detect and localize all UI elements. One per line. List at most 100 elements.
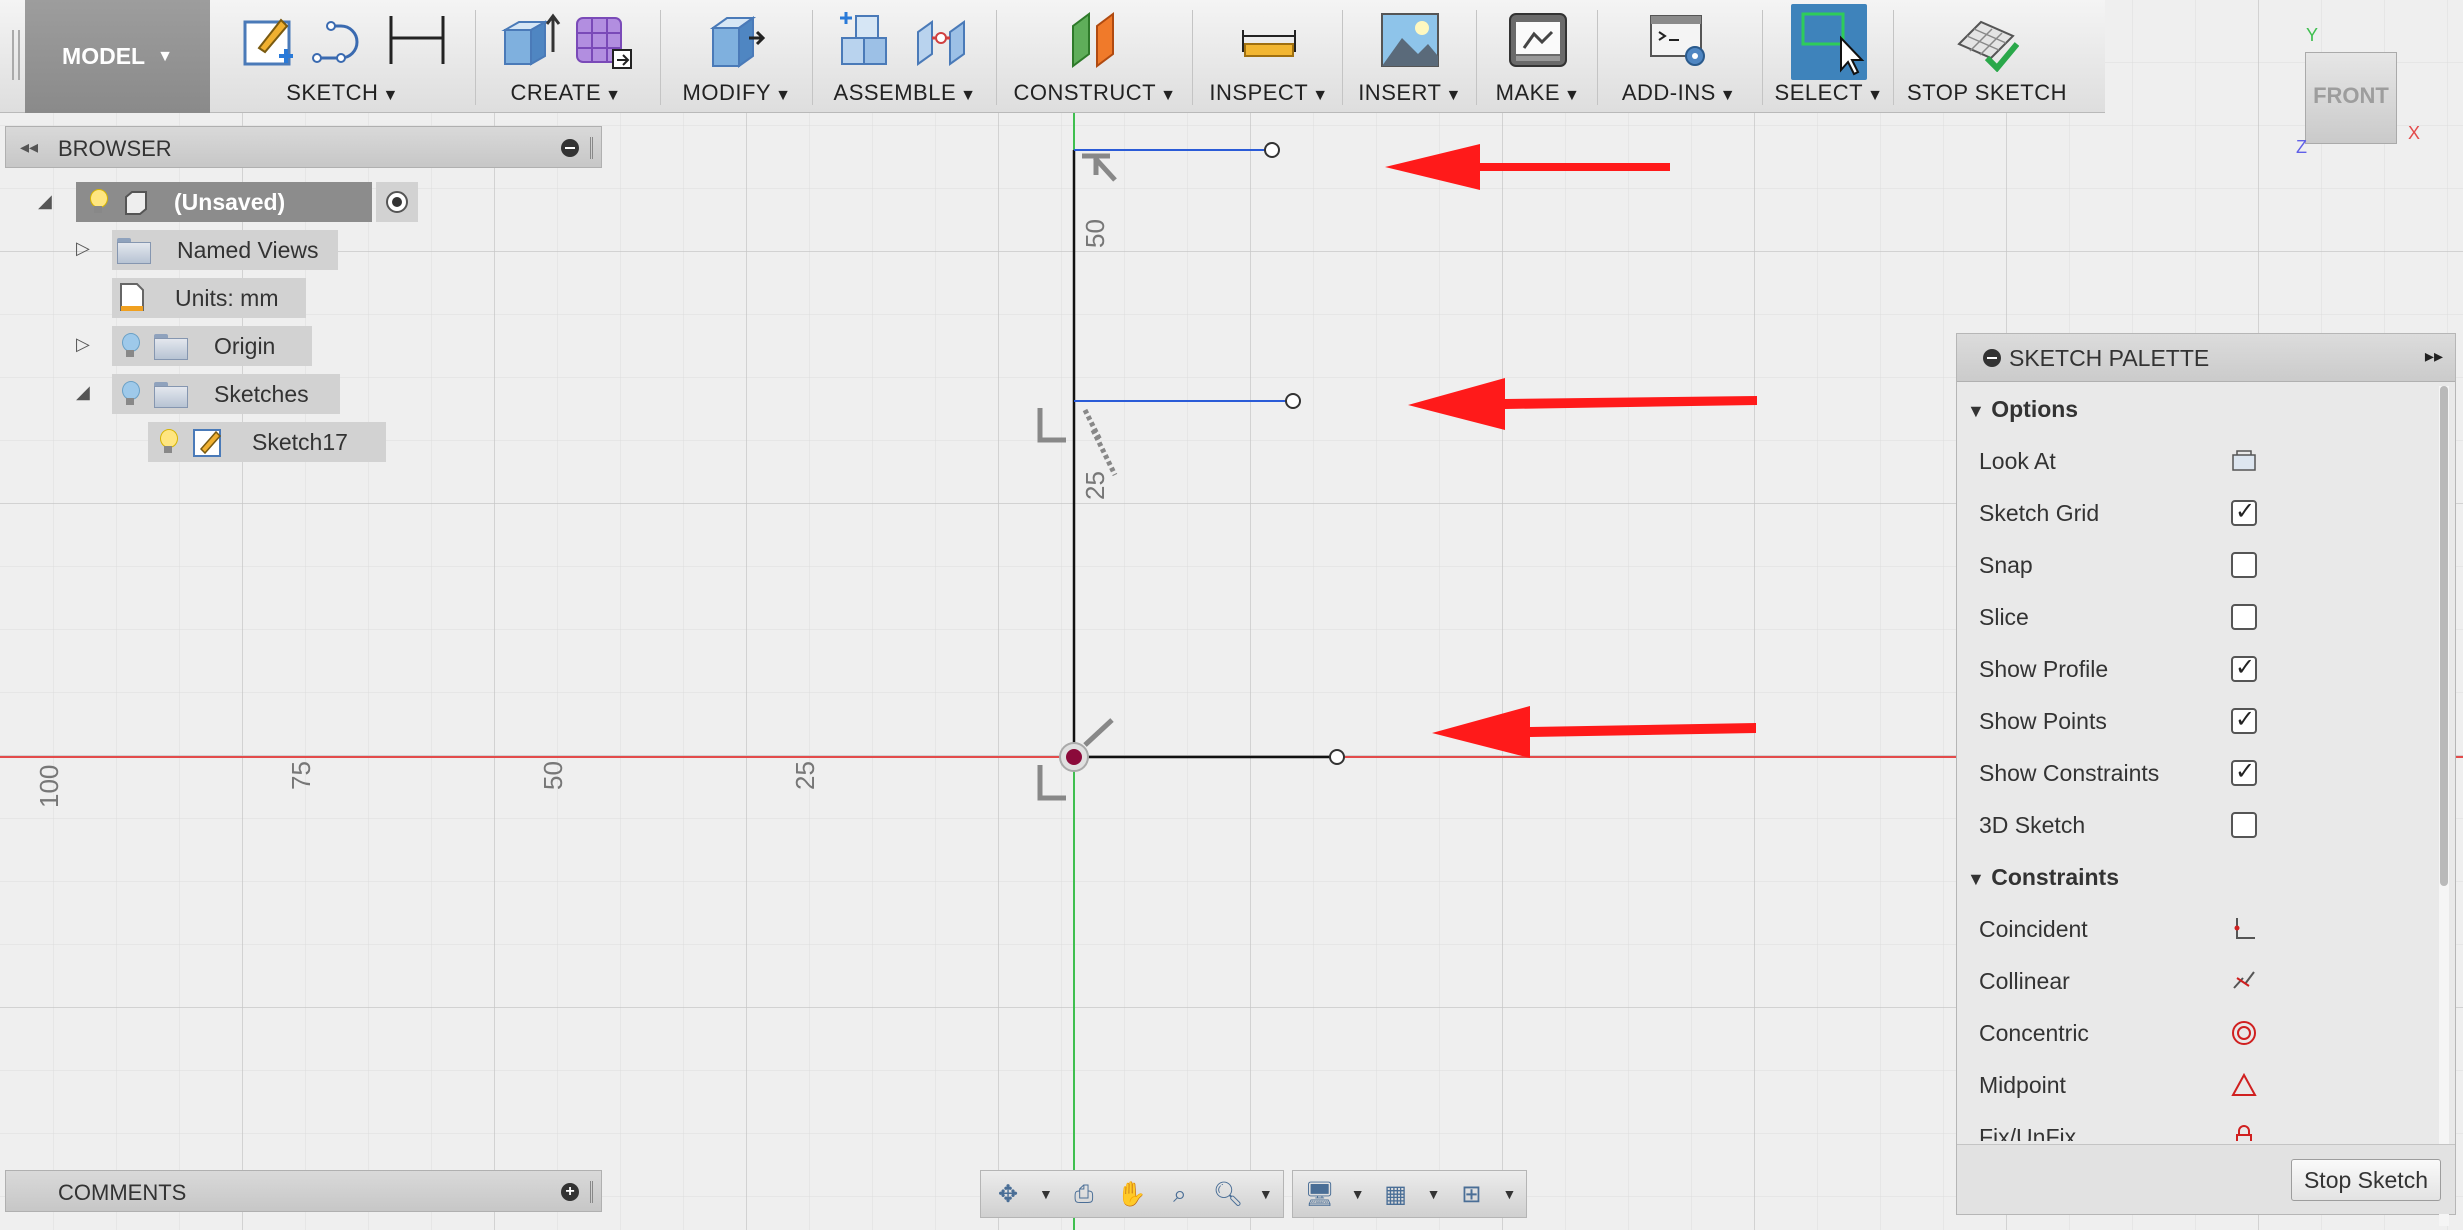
chevron-down-icon[interactable]: ▼ bbox=[1039, 1186, 1053, 1202]
collapse-panel-icon[interactable]: ◂◂ bbox=[20, 137, 38, 158]
option-show-points[interactable]: Show Points bbox=[1979, 695, 2399, 747]
sketch-point-middle[interactable] bbox=[1285, 393, 1301, 409]
insert-menu-label[interactable]: INSERT bbox=[1358, 80, 1441, 105]
sketch-menu-label[interactable]: SKETCH bbox=[286, 80, 378, 105]
visibility-bulb-icon[interactable] bbox=[158, 429, 178, 455]
3d-sketch-checkbox[interactable] bbox=[2231, 812, 2257, 838]
minimize-icon[interactable] bbox=[1983, 349, 2001, 367]
activate-radio-button[interactable] bbox=[376, 182, 418, 222]
look-at-icon[interactable]: ⎙ bbox=[1067, 1177, 1101, 1211]
zoom-icon[interactable]: ⌕ bbox=[1163, 1177, 1197, 1211]
collapse-triangle-icon[interactable]: ▼ bbox=[1967, 401, 1985, 421]
tree-item-sketch17[interactable]: Sketch17 bbox=[148, 422, 386, 462]
stop-sketch-group[interactable]: STOP SKETCH bbox=[1902, 0, 2072, 113]
expand-triangle-icon[interactable]: ▷ bbox=[76, 334, 90, 355]
collapse-triangle-icon[interactable]: ▼ bbox=[1967, 869, 1985, 889]
option-show-profile[interactable]: Show Profile bbox=[1979, 643, 2399, 695]
sketch-point-top[interactable] bbox=[1264, 142, 1280, 158]
sketch-palette-header[interactable]: SKETCH PALETTE ▸▸ bbox=[1957, 334, 2455, 382]
chevron-down-icon[interactable]: ▼ bbox=[775, 87, 791, 104]
panel-grip-icon[interactable] bbox=[590, 137, 593, 159]
zoom-window-icon[interactable]: 🔍︎ bbox=[1211, 1177, 1245, 1211]
constraint-midpoint[interactable]: Midpoint bbox=[1979, 1059, 2399, 1111]
browser-panel-header[interactable]: ◂◂ BROWSER bbox=[5, 126, 602, 168]
sketch-dimension-icon[interactable] bbox=[385, 8, 449, 72]
chevron-down-icon[interactable]: ▼ bbox=[1351, 1186, 1365, 1202]
tree-item-units[interactable]: Units: mm bbox=[112, 278, 306, 318]
offset-plane-icon[interactable] bbox=[1063, 8, 1127, 72]
tree-item-sketches[interactable]: Sketches bbox=[112, 374, 340, 414]
extrude-icon[interactable] bbox=[497, 8, 561, 72]
modify-menu-label[interactable]: MODIFY bbox=[683, 80, 772, 105]
chevron-down-icon[interactable]: ▼ bbox=[1445, 87, 1461, 104]
look-at-icon[interactable] bbox=[2231, 448, 2257, 474]
palette-scrollbar[interactable] bbox=[2439, 386, 2449, 1226]
chevron-down-icon[interactable]: ▼ bbox=[1259, 1186, 1273, 1202]
select-tool-button[interactable] bbox=[1791, 4, 1867, 80]
create-menu-label[interactable]: CREATE bbox=[511, 80, 602, 105]
chevron-down-icon[interactable]: ▼ bbox=[1427, 1186, 1441, 1202]
collapse-triangle-icon[interactable]: ◢ bbox=[38, 191, 52, 212]
scripts-addins-icon[interactable] bbox=[1647, 8, 1711, 72]
inspect-menu-label[interactable]: INSPECT bbox=[1209, 80, 1308, 105]
constraint-coincident[interactable]: Coincident bbox=[1979, 903, 2399, 955]
orbit-icon[interactable]: ✥ bbox=[991, 1177, 1025, 1211]
press-pull-icon[interactable] bbox=[705, 8, 769, 72]
chevron-down-icon[interactable]: ▼ bbox=[960, 87, 976, 104]
option-slice[interactable]: Slice bbox=[1979, 591, 2399, 643]
option-3d-sketch[interactable]: 3D Sketch bbox=[1979, 799, 2399, 851]
constraint-concentric[interactable]: Concentric bbox=[1979, 1007, 2399, 1059]
option-sketch-grid[interactable]: Sketch Grid bbox=[1979, 487, 2399, 539]
show-points-checkbox[interactable] bbox=[2231, 705, 2257, 734]
measure-icon[interactable] bbox=[1237, 8, 1301, 72]
chevron-down-icon[interactable]: ▼ bbox=[1160, 87, 1176, 104]
select-menu-label[interactable]: SELECT bbox=[1775, 80, 1864, 105]
chevron-down-icon[interactable]: ▼ bbox=[1502, 1186, 1516, 1202]
show-profile-checkbox[interactable] bbox=[2231, 653, 2257, 682]
minimize-icon[interactable] bbox=[561, 139, 579, 157]
expand-triangle-icon[interactable]: ▷ bbox=[76, 238, 90, 259]
chevron-down-icon[interactable]: ▼ bbox=[1867, 87, 1883, 104]
collapse-triangle-icon[interactable]: ◢ bbox=[76, 382, 90, 403]
tree-item-root[interactable]: (Unsaved) bbox=[76, 182, 418, 222]
concentric-icon[interactable] bbox=[2231, 1020, 2257, 1046]
addins-menu-label[interactable]: ADD-INS bbox=[1622, 80, 1716, 105]
constraints-section-header[interactable]: ▼ Constraints bbox=[1967, 864, 2119, 891]
stop-sketch-button[interactable]: Stop Sketch bbox=[2290, 1159, 2441, 1201]
slice-checkbox[interactable] bbox=[2231, 604, 2257, 630]
create-sketch-icon[interactable] bbox=[237, 8, 301, 72]
coincident-icon[interactable] bbox=[2231, 916, 2257, 942]
stop-sketch-icon[interactable] bbox=[1955, 8, 2019, 72]
constraint-fix-unfix[interactable]: Fix/UnFix bbox=[1979, 1111, 2399, 1141]
option-show-constraints[interactable]: Show Constraints bbox=[1979, 747, 2399, 799]
comments-panel-header[interactable]: COMMENTS + bbox=[5, 1170, 602, 1212]
toolbar-grip[interactable] bbox=[12, 30, 20, 80]
constraint-collinear[interactable]: Collinear bbox=[1979, 955, 2399, 1007]
panel-grip-icon[interactable] bbox=[590, 1181, 593, 1203]
visibility-bulb-icon[interactable] bbox=[120, 333, 140, 359]
show-constraints-checkbox[interactable] bbox=[2231, 757, 2257, 786]
insert-image-icon[interactable] bbox=[1378, 8, 1442, 72]
tree-item-named-views[interactable]: Named Views bbox=[112, 230, 338, 270]
options-section-header[interactable]: ▼ Options bbox=[1967, 396, 2078, 423]
workspace-switcher-button[interactable]: MODEL ▼ bbox=[25, 0, 210, 113]
option-snap[interactable]: Snap bbox=[1979, 539, 2399, 591]
expand-panel-icon[interactable]: ▸▸ bbox=[2425, 346, 2443, 367]
collinear-icon[interactable] bbox=[2231, 968, 2257, 994]
chevron-down-icon[interactable]: ▼ bbox=[1312, 87, 1328, 104]
chevron-down-icon[interactable]: ▼ bbox=[605, 87, 621, 104]
chevron-down-icon[interactable]: ▼ bbox=[1720, 87, 1736, 104]
assemble-menu-label[interactable]: ASSEMBLE bbox=[834, 80, 957, 105]
pan-hand-icon[interactable]: ✋ bbox=[1115, 1177, 1149, 1211]
chevron-down-icon[interactable]: ▼ bbox=[1564, 87, 1580, 104]
grid-settings-icon[interactable]: ▦ bbox=[1379, 1177, 1413, 1211]
arc-line-icon[interactable] bbox=[311, 8, 375, 72]
chevron-down-icon[interactable]: ▼ bbox=[382, 87, 398, 104]
visibility-bulb-icon[interactable] bbox=[120, 381, 140, 407]
stop-sketch-label[interactable]: STOP SKETCH bbox=[1907, 80, 2067, 105]
option-look-at[interactable]: Look At bbox=[1979, 435, 2399, 487]
viewports-icon[interactable]: ⊞ bbox=[1454, 1177, 1488, 1211]
display-settings-icon[interactable]: 🖥︎ bbox=[1303, 1177, 1337, 1211]
joint-icon[interactable] bbox=[910, 8, 974, 72]
form-icon[interactable] bbox=[571, 8, 635, 72]
